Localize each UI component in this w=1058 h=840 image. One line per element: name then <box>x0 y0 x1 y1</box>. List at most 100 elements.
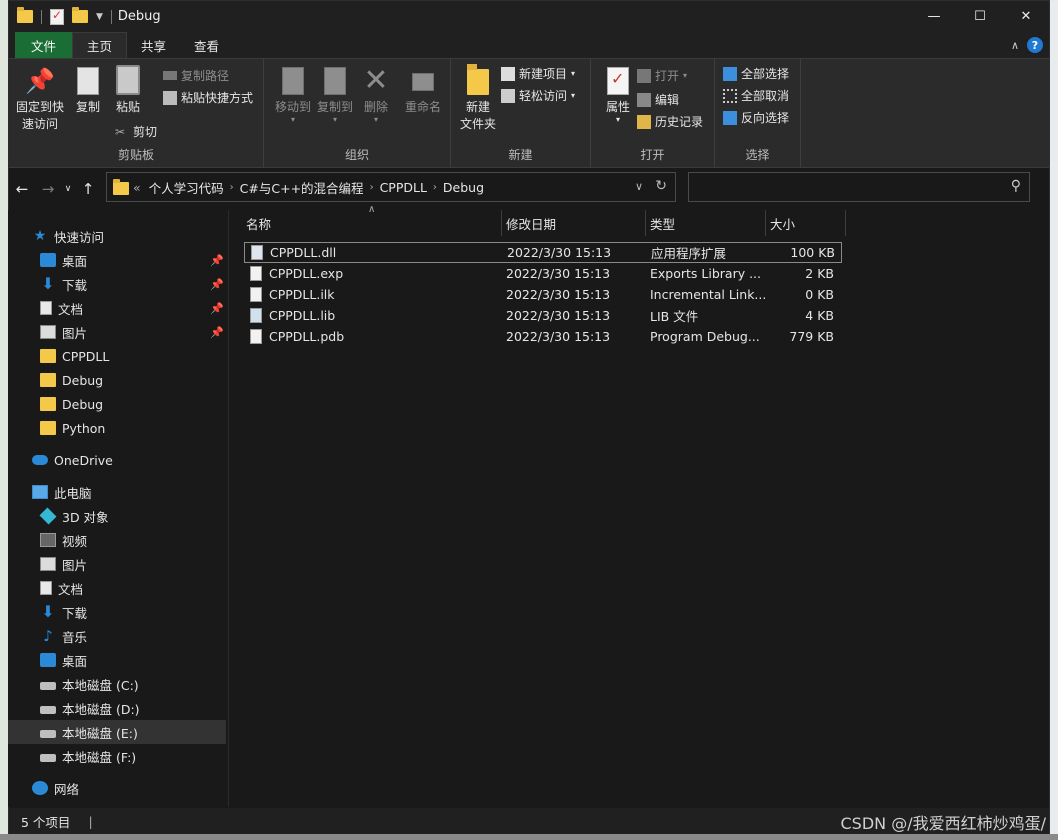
title-bar: ▼ Debug — ☐ ✕ <box>9 1 1049 32</box>
breadcrumb-item[interactable]: C#与C++的混合编程 <box>240 178 364 197</box>
cut-button[interactable]: ✂ 剪切 <box>115 123 157 140</box>
cube-icon <box>39 507 57 525</box>
table-row[interactable]: CPPDLL.exp 2022/3/30 15:13 Exports Libra… <box>244 263 842 284</box>
select-all-icon <box>723 66 737 81</box>
tab-file[interactable]: 文件 <box>15 32 73 58</box>
invert-selection-icon <box>723 110 737 125</box>
table-row[interactable]: CPPDLL.pdb 2022/3/30 15:13 Program Debug… <box>244 326 842 347</box>
nav-item-debug[interactable]: Debug <box>8 392 226 416</box>
drive-icon <box>40 754 56 762</box>
nav-quick-access[interactable]: ★ 快速访问 <box>8 224 226 248</box>
nav-item-downloads[interactable]: ⬇ 下载 <box>8 600 226 624</box>
new-item-button[interactable]: 新建项目 ▾ <box>501 65 575 82</box>
nav-item-downloads[interactable]: ⬇ 下载 📌 <box>8 272 226 296</box>
rename-button[interactable]: 重命名 <box>396 65 450 116</box>
tab-share[interactable]: 共享 <box>127 32 180 58</box>
properties-quick-icon[interactable] <box>50 8 64 25</box>
nav-item-cppdll[interactable]: CPPDLL <box>8 344 226 368</box>
desktop-icon <box>40 253 56 267</box>
open-button[interactable]: 打开 ▾ <box>637 67 687 84</box>
select-all-button[interactable]: 全部选择 <box>723 65 789 82</box>
back-arrow-icon[interactable]: ← <box>9 180 35 198</box>
address-dropdown-chevron-icon[interactable]: ∨ <box>635 180 643 193</box>
select-group: 全部选择 全部取消 反向选择 选择 <box>715 59 801 167</box>
easy-access-button[interactable]: 轻松访问 ▾ <box>501 87 575 104</box>
nav-item-pictures[interactable]: 图片 📌 <box>8 320 226 344</box>
star-icon: ★ <box>33 228 47 244</box>
organize-group: 移动到 ▾ 复制到 ▾ ✕ 删除 ▾ 重命名 组织 <box>264 59 451 167</box>
column-header-size[interactable]: 大小 <box>766 210 846 236</box>
delete-button[interactable]: ✕ 删除 ▾ <box>354 65 398 124</box>
copy-path-icon <box>163 71 177 80</box>
move-to-icon <box>282 67 304 95</box>
video-icon <box>40 533 56 547</box>
edit-button[interactable]: 编辑 <box>637 91 679 108</box>
breadcrumb-chevron-icon[interactable]: › <box>433 182 437 193</box>
organize-group-label: 组织 <box>344 148 369 162</box>
breadcrumb-item[interactable]: Debug <box>443 180 484 195</box>
customize-toolbar-chevron-icon[interactable]: ▼ <box>96 12 103 22</box>
forward-arrow-icon[interactable]: → <box>35 180 61 198</box>
nav-item-3d-objects[interactable]: 3D 对象 <box>8 504 226 528</box>
nav-item-pictures[interactable]: 图片 <box>8 552 226 576</box>
nav-item-debug[interactable]: Debug <box>8 368 226 392</box>
column-header-name[interactable]: 名称 <box>242 210 502 236</box>
nav-this-pc[interactable]: 此电脑 <box>8 480 226 504</box>
scissors-icon: ✂ <box>115 124 126 139</box>
close-button[interactable]: ✕ <box>1003 1 1049 32</box>
table-row[interactable]: CPPDLL.dll 2022/3/30 15:13 应用程序扩展 100 KB <box>244 242 842 263</box>
paste-shortcut-button[interactable]: 粘贴快捷方式 <box>163 89 253 106</box>
column-header-type[interactable]: 类型 <box>646 210 766 236</box>
column-header-date[interactable]: 修改日期 <box>502 210 646 236</box>
up-arrow-icon[interactable]: ↑ <box>75 180 101 198</box>
breadcrumb-overflow[interactable]: « <box>133 180 141 195</box>
paste-button[interactable]: 粘贴 <box>101 65 155 116</box>
breadcrumb-item[interactable]: CPPDLL <box>380 180 427 195</box>
nav-item-drive-d[interactable]: 本地磁盘 (D:) <box>8 696 226 720</box>
paste-icon <box>116 65 140 95</box>
nav-item-drive-c[interactable]: 本地磁盘 (C:) <box>8 672 226 696</box>
nav-item-drive-e[interactable]: 本地磁盘 (E:) <box>8 720 226 744</box>
quick-access-toolbar: ▼ <box>9 7 112 25</box>
help-icon[interactable]: ? <box>1027 37 1043 53</box>
nav-item-desktop[interactable]: 桌面 📌 <box>8 248 226 272</box>
background-taskbar-edge <box>0 834 1058 840</box>
file-list: ∧ 名称 修改日期 类型 大小 CPPDLL.dll 2022/3/30 15:… <box>230 204 1048 807</box>
search-icon: ⚲ <box>1010 178 1021 194</box>
nav-item-drive-f[interactable]: 本地磁盘 (F:) <box>8 744 226 768</box>
search-input[interactable]: ⚲ <box>688 172 1030 202</box>
table-row[interactable]: CPPDLL.lib 2022/3/30 15:13 LIB 文件 4 KB <box>244 305 842 326</box>
invert-selection-button[interactable]: 反向选择 <box>723 109 789 126</box>
nav-item-videos[interactable]: 视频 <box>8 528 226 552</box>
tab-view[interactable]: 查看 <box>180 32 233 58</box>
history-button[interactable]: 历史记录 <box>637 113 703 130</box>
folder-icon <box>17 7 33 23</box>
tab-home[interactable]: 主页 <box>72 32 128 58</box>
new-folder-button[interactable]: 新建 文件夹 <box>451 64 505 133</box>
breadcrumb-item[interactable]: 个人学习代码 <box>149 178 224 197</box>
recent-locations-chevron-icon[interactable]: ∨ <box>61 184 75 194</box>
nav-item-desktop[interactable]: 桌面 <box>8 648 226 672</box>
nav-item-documents[interactable]: 文档 <box>8 576 226 600</box>
pin-quick-access-button[interactable]: 📌 固定到快 速访问 <box>13 65 67 133</box>
nav-item-music[interactable]: ♪ 音乐 <box>8 624 226 648</box>
nav-item-documents[interactable]: 文档 📌 <box>8 296 226 320</box>
new-folder-quick-icon[interactable] <box>72 7 88 23</box>
refresh-icon[interactable]: ↻ <box>655 178 667 194</box>
breadcrumb-chevron-icon[interactable]: › <box>370 182 374 193</box>
minimize-button[interactable]: — <box>911 1 957 32</box>
address-bar[interactable]: « 个人学习代码 › C#与C++的混合编程 › CPPDLL › Debug … <box>106 172 676 202</box>
breadcrumb-chevron-icon[interactable]: › <box>230 182 234 193</box>
pane-divider[interactable] <box>228 210 229 807</box>
ribbon-expand-chevron-icon[interactable]: ∧ <box>1011 39 1019 52</box>
nav-onedrive[interactable]: OneDrive <box>8 448 226 472</box>
copy-to-icon <box>324 67 346 95</box>
copy-path-button[interactable]: 复制路径 <box>163 67 229 84</box>
maximize-button[interactable]: ☐ <box>957 1 1003 32</box>
music-note-icon: ♪ <box>43 627 53 645</box>
table-row[interactable]: CPPDLL.ilk 2022/3/30 15:13 Incremental L… <box>244 284 842 305</box>
nav-network[interactable]: 网络 <box>8 776 226 800</box>
easy-access-icon <box>501 88 515 103</box>
select-none-button[interactable]: 全部取消 <box>723 87 789 104</box>
nav-item-python[interactable]: Python <box>8 416 226 440</box>
